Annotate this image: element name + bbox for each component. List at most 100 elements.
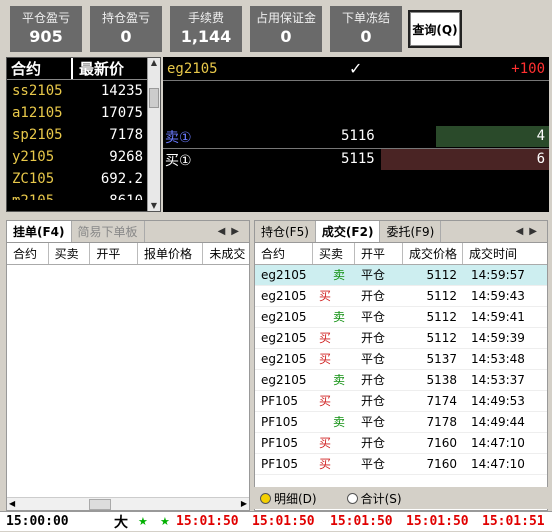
quote-header-price[interactable]: 最新价 <box>73 58 145 79</box>
trade-price: 7160 <box>426 457 457 471</box>
quote-symbol: y2105 <box>12 149 55 165</box>
server-time: 15:01:50 <box>330 514 393 529</box>
trade-row[interactable]: eg2105 卖 平仓 5112 14:59:41 <box>255 307 547 328</box>
trade-row[interactable]: eg2105 买 开仓 5112 14:59:43 <box>255 286 547 307</box>
trade-price: 7174 <box>426 394 457 408</box>
trade-row[interactable]: eg2105 买 开仓 5112 14:59:39 <box>255 328 547 349</box>
trades-view-options: 明细(D) 合计(S) <box>254 487 548 509</box>
quote-row[interactable]: a12105 17075 <box>7 102 160 124</box>
trade-side: 卖 <box>333 373 346 387</box>
quote-price: 7178 <box>109 127 143 143</box>
fee-card: 手续费 1,144 <box>170 6 242 52</box>
trade-side: 买 <box>319 394 332 408</box>
trade-time: 14:53:37 <box>471 373 525 387</box>
trade-side: 买 <box>319 436 332 450</box>
quote-row[interactable]: ss2105 14235 <box>7 80 160 102</box>
trade-open-close: 平仓 <box>361 310 386 324</box>
ask-price[interactable]: 5116 <box>341 128 375 144</box>
server-time: 15:01:50 <box>252 514 315 529</box>
account-summary-bar: 平仓盈亏 905 持仓盈亏 0 手续费 1,144 占用保证金 0 下单冻结 0… <box>0 0 552 57</box>
query-button[interactable]: 查询(Q) <box>408 10 462 48</box>
radio-detail[interactable]: 明细(D) <box>260 490 317 507</box>
scroll-thumb[interactable] <box>89 499 111 510</box>
scroll-down-icon[interactable]: ▼ <box>149 201 159 211</box>
trade-row[interactable]: PF105 买 平仓 7160 14:47:10 <box>255 454 547 475</box>
radio-total-dot[interactable] <box>346 492 358 504</box>
trade-price: 7160 <box>426 436 457 450</box>
bid-price[interactable]: 5115 <box>341 151 375 167</box>
position-pnl-card: 持仓盈亏 0 <box>90 6 162 52</box>
closed-pnl-value: 905 <box>29 27 63 46</box>
trade-side: 买 <box>319 331 332 345</box>
trade-time: 14:59:43 <box>471 289 525 303</box>
tab-entrusts[interactable]: 委托(F9) <box>380 221 442 242</box>
tab-positions[interactable]: 持仓(F5) <box>255 221 316 242</box>
scroll-up-icon[interactable]: ▲ <box>149 58 159 68</box>
trade-time: 14:49:44 <box>471 415 525 429</box>
ask-volume-bar <box>436 126 549 147</box>
closed-pnl-label: 平仓盈亏 <box>21 11 70 25</box>
quote-row[interactable]: ZC105 692.2 <box>7 168 160 190</box>
scroll-thumb[interactable] <box>149 88 159 108</box>
trade-price: 7178 <box>426 415 457 429</box>
size-label[interactable]: 大 <box>114 512 138 532</box>
col-open-close[interactable]: 开平 <box>355 243 403 264</box>
tab-trades[interactable]: 成交(F2) <box>315 221 381 242</box>
position-pnl-value: 0 <box>120 27 132 46</box>
frozen-value: 0 <box>360 27 372 46</box>
fee-label: 手续费 <box>187 11 224 25</box>
quote-symbol: ZC105 <box>12 171 55 187</box>
tab-simple-order-board[interactable]: 简易下单板 <box>72 221 145 242</box>
tab-scroll-arrows-icon[interactable]: ◀▶ <box>516 221 543 243</box>
radio-total[interactable]: 合计(S) <box>346 490 402 507</box>
col-symbol[interactable]: 合约 <box>7 243 49 264</box>
quote-price: 17075 <box>100 105 143 121</box>
tab-pending-orders[interactable]: 挂单(F4) <box>7 221 72 242</box>
trade-row[interactable]: eg2105 卖 开仓 5138 14:53:37 <box>255 370 547 391</box>
trade-row[interactable]: eg2105 买 平仓 5137 14:53:48 <box>255 349 547 370</box>
col-order-price[interactable]: 报单价格 <box>138 243 204 264</box>
frozen-label: 下单冻结 <box>341 11 390 25</box>
trade-row[interactable]: PF105 买 开仓 7160 14:47:10 <box>255 433 547 454</box>
orders-hscrollbar[interactable]: ◀ ▶ <box>7 497 249 510</box>
trade-row[interactable]: PF105 买 开仓 7174 14:49:53 <box>255 391 547 412</box>
closed-pnl-card: 平仓盈亏 905 <box>10 6 82 52</box>
pending-orders-panel: 挂单(F4) 简易下单板 ◀▶ 合约 买卖 开平 报单价格 未成交 ◀ ▶ <box>6 220 250 511</box>
scroll-right-icon[interactable]: ▶ <box>241 498 247 509</box>
trade-row[interactable]: PF105 卖 平仓 7178 14:49:44 <box>255 412 547 433</box>
trade-price: 5112 <box>426 268 457 282</box>
quote-row[interactable]: y2105 9268 <box>7 146 160 168</box>
trade-open-close: 开仓 <box>361 394 386 408</box>
trade-symbol: eg2105 <box>261 352 307 366</box>
col-unfilled[interactable]: 未成交 <box>203 243 249 264</box>
col-symbol[interactable]: 合约 <box>255 243 313 264</box>
trades-tabbar: 持仓(F5) 成交(F2) 委托(F9) ◀▶ <box>255 221 547 243</box>
col-trade-price[interactable]: 成交价格 <box>403 243 463 264</box>
quote-row[interactable]: m21058610 <box>7 190 160 200</box>
scroll-left-icon[interactable]: ◀ <box>9 498 15 509</box>
margin-label: 占用保证金 <box>255 11 316 25</box>
trade-price: 5112 <box>426 310 457 324</box>
col-side[interactable]: 买卖 <box>313 243 355 264</box>
trade-row[interactable]: eg2105 卖 平仓 5112 14:59:57 <box>255 265 547 286</box>
radio-detail-dot[interactable] <box>260 492 271 504</box>
ask-volume: 4 <box>536 128 545 144</box>
col-side[interactable]: 买卖 <box>49 243 91 264</box>
trade-open-close: 平仓 <box>361 268 386 282</box>
col-trade-time[interactable]: 成交时间 <box>463 243 541 264</box>
trade-time: 14:47:10 <box>471 457 525 471</box>
fee-value: 1,144 <box>180 27 232 46</box>
frozen-card: 下单冻结 0 <box>330 6 402 52</box>
bid-volume-bar <box>381 149 549 170</box>
bid-label: 买① <box>165 153 192 169</box>
tab-scroll-arrows-icon[interactable]: ◀▶ <box>218 221 245 243</box>
quote-row[interactable]: sp2105 7178 <box>7 124 160 146</box>
depth-symbol: eg2105 <box>167 61 218 77</box>
col-open-close[interactable]: 开平 <box>90 243 138 264</box>
trade-symbol: eg2105 <box>261 331 307 345</box>
quote-list-scrollbar[interactable]: ▲ ▼ <box>147 58 160 211</box>
trade-open-close: 开仓 <box>361 373 386 387</box>
radio-total-label: 合计(S) <box>360 491 402 506</box>
quote-header-symbol[interactable]: 合约 <box>7 58 73 79</box>
trade-open-close: 开仓 <box>361 436 386 450</box>
